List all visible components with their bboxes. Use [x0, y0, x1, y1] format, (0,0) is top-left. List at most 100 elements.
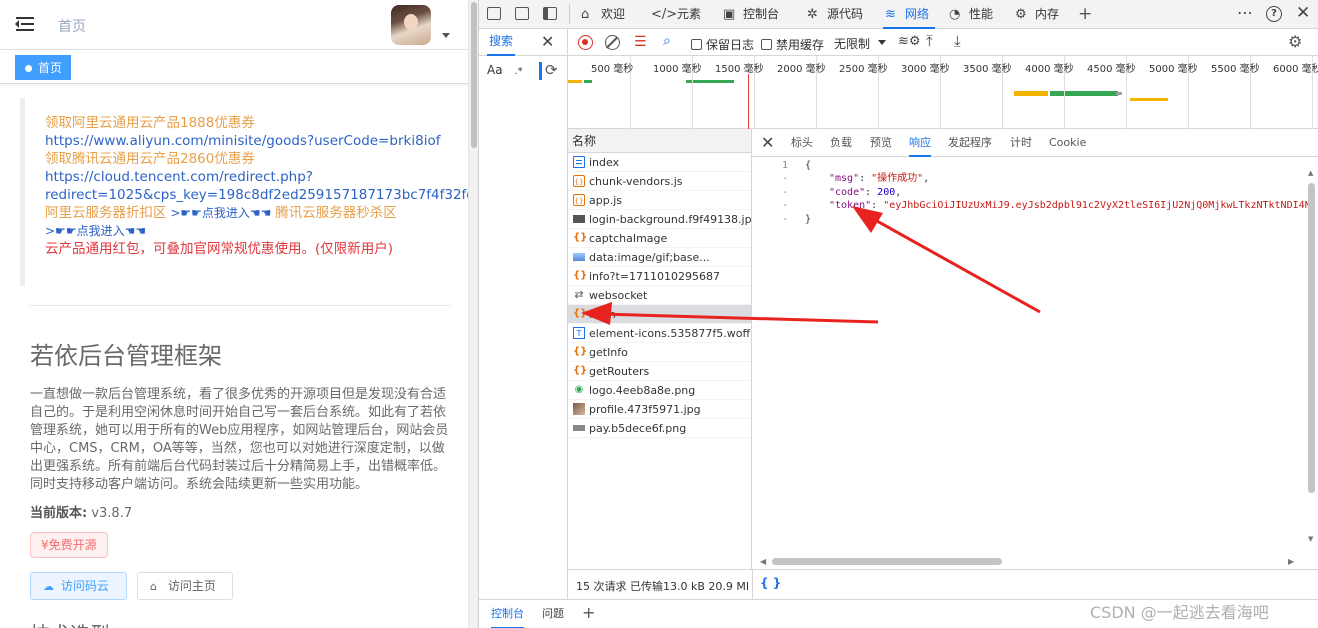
help-icon[interactable]: ?: [1266, 6, 1282, 22]
breadcrumb[interactable]: 首页: [58, 16, 86, 36]
search-input[interactable]: [539, 62, 542, 80]
app-page: 首页 首页 领取阿里云通用云产品1888优惠券 https://www.aliy…: [0, 0, 468, 628]
overview-time-label: 2000 毫秒: [777, 64, 826, 75]
throttle-select[interactable]: 无限制: [834, 35, 870, 52]
request-name: login-background.f9f49138.jpg: [589, 213, 751, 226]
request-row[interactable]: {} chunk-vendors.js: [568, 172, 751, 191]
promo-redpacket: 云产品通用红包，可叠加官网常规优惠使用。(仅限新用户): [45, 241, 394, 257]
bug-icon: ✲: [807, 7, 818, 22]
close-search-icon[interactable]: ✕: [541, 32, 554, 51]
request-row[interactable]: {} login: [568, 305, 751, 324]
close-icon[interactable]: ✕: [1296, 3, 1310, 23]
tab-response[interactable]: 响应: [909, 129, 931, 157]
tab-network[interactable]: ≋ 网络: [883, 0, 936, 29]
overview-time-label: 1000 毫秒: [653, 64, 702, 75]
request-row[interactable]: ◉ logo.4eeb8a8e.png: [568, 381, 751, 400]
tab-headers[interactable]: 标头: [791, 129, 813, 157]
tab-payload[interactable]: 负载: [830, 129, 852, 157]
horizontal-scrollbar[interactable]: [772, 558, 1002, 565]
device-toolbar-icon[interactable]: [515, 7, 529, 20]
xhr-icon: {}: [573, 365, 588, 376]
intro-description: 一直想做一款后台管理系统，看了很多优秀的开源项目但是发现没有合适自己的。于是利用…: [30, 387, 449, 492]
scroll-up-icon[interactable]: ▲: [1308, 169, 1313, 177]
refresh-icon[interactable]: ⟳: [545, 61, 558, 79]
tag-home[interactable]: 首页: [15, 55, 72, 80]
img-icon: [573, 215, 585, 223]
chevron-down-icon[interactable]: [878, 40, 886, 45]
network-conditions-icon[interactable]: ≋⚙: [898, 34, 921, 49]
column-name-header[interactable]: 名称: [568, 129, 751, 153]
request-summary: 15 次请求 已传输13.0 kB 20.9 MB 条: [576, 580, 748, 593]
add-tab-icon[interactable]: +: [1078, 4, 1092, 24]
drawer-tab-console[interactable]: 控制台: [491, 600, 524, 628]
add-drawer-tab-icon[interactable]: +: [582, 603, 595, 622]
tab-performance[interactable]: ◔ 性能: [947, 0, 993, 29]
promo-aliyun-link[interactable]: https://www.aliyun.com/minisite/goods?us…: [45, 132, 468, 150]
tab-cookies[interactable]: Cookie: [1049, 129, 1086, 157]
clear-icon[interactable]: [605, 35, 620, 50]
request-row[interactable]: profile.473f5971.jpg: [568, 400, 751, 419]
drawer-tab-issues[interactable]: 问题: [542, 600, 564, 628]
request-row[interactable]: {} captchaImage: [568, 229, 751, 248]
promo-tencent-enter-link[interactable]: >☛☛点我进入☚☚: [45, 222, 468, 240]
devtools-topbar: ⌂ 欢迎 </> 元素 ▣ 控制台 ✲ 源代码 ≋ 网络 ◔ 性能 ⚙ 内存 + ⋯ ? ✕: [479, 0, 1318, 29]
request-row[interactable]: {} info?t=1711010295687: [568, 267, 751, 286]
tab-timing[interactable]: 计时: [1010, 129, 1032, 157]
import-icon[interactable]: ⤒: [926, 32, 933, 50]
search-icon[interactable]: ⌕: [663, 33, 671, 49]
more-icon[interactable]: ⋯: [1237, 3, 1254, 22]
page-scrollbar[interactable]: [468, 0, 478, 628]
visit-gitee-button[interactable]: ☁ 访问码云: [30, 572, 127, 600]
request-row[interactable]: ⇄ websocket: [568, 286, 751, 305]
tab-console[interactable]: ▣ 控制台: [721, 0, 779, 29]
visit-homepage-button[interactable]: ⌂ 访问主页: [137, 572, 233, 600]
close-details-icon[interactable]: ✕: [761, 133, 774, 152]
record-icon[interactable]: [578, 35, 593, 50]
request-row[interactable]: data:image/gif;base...: [568, 248, 751, 267]
status-bar: 15 次请求 已传输13.0 kB 20.9 MB 条 { }: [568, 569, 1318, 600]
avatar[interactable]: [391, 5, 431, 45]
request-details: ✕ 标头 负载 预览 响应 发起程序 计时 Cookie 1 - - - - {…: [752, 129, 1318, 569]
chevron-down-icon[interactable]: [442, 33, 450, 38]
tab-sources[interactable]: ✲ 源代码: [805, 0, 863, 29]
preserve-log-checkbox[interactable]: 保留日志: [691, 36, 754, 53]
disable-cache-checkbox[interactable]: 禁用缓存: [761, 36, 824, 53]
export-icon[interactable]: ⤓: [954, 32, 961, 50]
request-row[interactable]: pay.b5dece6f.png: [568, 419, 751, 438]
inspect-icon[interactable]: [487, 7, 501, 20]
tab-welcome[interactable]: ⌂ 欢迎: [579, 0, 625, 29]
tab-search[interactable]: 搜索: [487, 29, 516, 56]
request-name: profile.473f5971.jpg: [589, 403, 701, 416]
hamburger-icon[interactable]: [15, 16, 34, 32]
overview-time-label: 5500 毫秒: [1211, 64, 1260, 75]
overview-bar: [584, 80, 592, 83]
vertical-scrollbar[interactable]: [1308, 183, 1315, 493]
tab-preview[interactable]: 预览: [870, 129, 892, 157]
scroll-right-icon[interactable]: ▶: [1288, 557, 1294, 566]
pay-icon: [573, 425, 585, 431]
tab-elements[interactable]: </> 元素: [649, 0, 701, 29]
request-row[interactable]: index: [568, 153, 751, 172]
dock-icon[interactable]: [543, 7, 557, 20]
overview-bar: [1014, 91, 1048, 96]
match-case-toggle[interactable]: Aa: [487, 63, 503, 77]
promo-aliyun-enter-link[interactable]: >☛☛点我进入☚☚: [167, 206, 276, 220]
tab-memory[interactable]: ⚙ 内存: [1013, 0, 1059, 29]
settings-gear-icon[interactable]: ⚙: [1288, 32, 1302, 51]
request-row[interactable]: login-background.f9f49138.jpg: [568, 210, 751, 229]
filter-icon[interactable]: ☰: [634, 34, 647, 50]
scroll-left-icon[interactable]: ◀: [760, 557, 766, 566]
request-row[interactable]: {} app.js: [568, 191, 751, 210]
chip-icon: ⚙: [1015, 7, 1027, 22]
line-number: 1: [781, 160, 788, 171]
promo-tencent-link-2[interactable]: redirect=1025&cps_key=198c8df2ed25915718…: [45, 186, 468, 204]
tab-initiator[interactable]: 发起程序: [948, 129, 992, 157]
scroll-down-icon[interactable]: ▼: [1308, 535, 1313, 543]
request-row[interactable]: Telement-icons.535877f5.woff: [568, 324, 751, 343]
network-overview[interactable]: 500 毫秒 1000 毫秒 1500 毫秒 2000 毫秒 2500 毫秒 3000 毫…: [568, 56, 1318, 129]
pretty-print-button[interactable]: { }: [760, 576, 781, 590]
request-row[interactable]: {} getRouters: [568, 362, 751, 381]
regex-toggle[interactable]: .*: [514, 66, 522, 77]
request-row[interactable]: {} getInfo: [568, 343, 751, 362]
promo-tencent-link-1[interactable]: https://cloud.tencent.com/redirect.php?: [45, 168, 468, 186]
